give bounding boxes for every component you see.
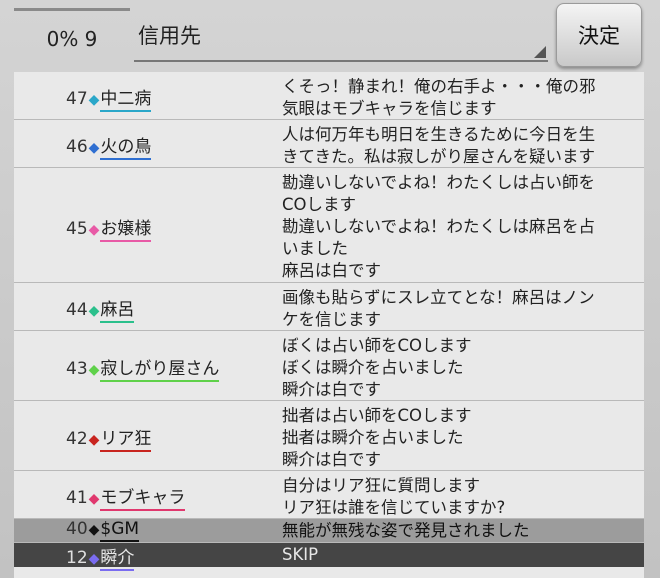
message-log[interactable]: 47◆中二病 くそっ！静まれ！俺の右手よ・・・俺の邪 気眼はモブキャラを信じます 46…	[14, 72, 644, 578]
diamond-icon: ◆	[88, 303, 100, 319]
message-number: 41	[66, 488, 88, 508]
message-line: 無能が無残な姿で発見されました	[282, 521, 530, 540]
speaker: 40◆$GM	[66, 519, 140, 542]
progress-indicator: 0% 9	[14, 8, 130, 66]
diamond-icon: ◆	[88, 362, 100, 378]
message-text: SKIP	[282, 544, 638, 566]
decide-button[interactable]: 決定	[556, 3, 642, 67]
speaker: 12◆瞬介	[66, 543, 135, 571]
log-row: 12◆瞬介 SKIP	[14, 543, 644, 571]
speaker: 42◆リア狂	[66, 424, 152, 452]
target-select[interactable]: 信用先	[134, 8, 548, 62]
message-line: 勘違いしないでよね！わたくしは占い師を	[282, 173, 596, 192]
message-text: 自分はリア狂に質問しますリア狂は誰を信じていますか?	[282, 475, 638, 519]
speaker: 44◆麻呂	[66, 295, 135, 323]
log-row: 44◆麻呂 画像も貼らずにスレ立てとな！麻呂はノン ケを信じます	[14, 283, 644, 331]
speaker: 43◆寂しがり屋さん	[66, 354, 220, 382]
message-text: ぼくは占い師をCOします ぼくは瞬介を占いました 瞬介は白です	[282, 335, 638, 401]
message-line: ケを信じます	[282, 310, 381, 329]
message-line: SKIP	[282, 545, 319, 564]
speaker-name[interactable]: リア狂	[100, 429, 152, 452]
top-bar: 0% 9 信用先 決定	[0, 0, 660, 72]
speaker-name[interactable]: 火の鳥	[100, 137, 152, 160]
message-number: 47	[66, 89, 88, 109]
message-line: COします	[282, 195, 357, 214]
speaker-name[interactable]: 麻呂	[100, 300, 135, 323]
message-line: いました	[282, 239, 348, 258]
message-text: 画像も貼らずにスレ立てとな！麻呂はノン ケを信じます	[282, 287, 638, 331]
log-row: 43◆寂しがり屋さん ぼくは占い師をCOします ぼくは瞬介を占いました 瞬介は白です	[14, 331, 644, 401]
message-number: 44	[66, 300, 88, 320]
speaker: 47◆中二病	[66, 84, 152, 112]
message-number: 42	[66, 429, 88, 449]
message-line: リア狂は誰を信じていますか?	[282, 498, 506, 517]
log-row: 42◆リア狂 拙者は占い師をCOします 拙者は瞬介を占いました 瞬介は白です	[14, 401, 644, 471]
message-line: 画像も貼らずにスレ立てとな！麻呂はノン	[282, 288, 595, 307]
message-number: 45	[66, 218, 88, 239]
message-text: 拙者は占い師をCOします 拙者は瞬介を占いました 瞬介は白です	[282, 405, 638, 471]
message-line: 拙者は占い師をCOします	[282, 406, 472, 425]
message-number: 43	[66, 359, 88, 379]
message-line: 麻呂は白です	[282, 261, 381, 280]
message-text: 無能が無残な姿で発見されました	[282, 520, 638, 542]
diamond-icon: ◆	[88, 432, 100, 448]
message-number: 12	[66, 548, 88, 568]
diamond-icon: ◆	[88, 221, 100, 238]
message-line: くそっ！静まれ！俺の右手よ・・・俺の邪	[282, 77, 596, 96]
speaker: 46◆火の鳥	[66, 132, 152, 160]
speaker: 45◆お嬢様	[66, 214, 152, 242]
message-line: 瞬介は白です	[282, 450, 381, 469]
speaker-name[interactable]: 寂しがり屋さん	[100, 359, 220, 382]
speaker-name[interactable]: モブキャラ	[100, 488, 186, 511]
message-line: ぼくは占い師をCOします	[282, 336, 472, 355]
speaker-name[interactable]: 中二病	[100, 89, 152, 112]
log-row: 47◆中二病 くそっ！静まれ！俺の右手よ・・・俺の邪 気眼はモブキャラを信じます	[14, 72, 644, 120]
message-text: 人は何万年も明日を生きるために今日を生 きてきた。私は寂しがり屋さんを疑います	[282, 124, 638, 168]
message-line: 勘違いしないでよね！わたくしは麻呂を占	[282, 217, 596, 236]
message-line: 拙者は瞬介を占いました	[282, 428, 464, 447]
log-row: 45◆お嬢様 勘違いしないでよね！わたくしは占い師を COします 勘違いしないでよね！…	[14, 168, 644, 283]
message-text: 勘違いしないでよね！わたくしは占い師を COします勘違いしないでよね！わたくしは麻…	[282, 172, 638, 282]
log-row: 40◆$GM 無能が無残な姿で発見されました	[14, 519, 644, 543]
speaker-name[interactable]: 瞬介	[100, 548, 135, 571]
message-text: くそっ！静まれ！俺の右手よ・・・俺の邪 気眼はモブキャラを信じます	[282, 76, 638, 120]
speaker: 41◆モブキャラ	[66, 483, 186, 511]
diamond-icon: ◆	[88, 522, 100, 538]
log-row: 41◆モブキャラ 自分はリア狂に質問しますリア狂は誰を信じていますか?	[14, 471, 644, 519]
speaker-name[interactable]: $GM	[100, 519, 140, 542]
diamond-icon: ◆	[88, 92, 100, 108]
message-line: 人は何万年も明日を生きるために今日を生	[282, 125, 596, 144]
message-number: 46	[66, 137, 88, 157]
message-line: きてきた。私は寂しがり屋さんを疑います	[282, 147, 596, 166]
dropdown-arrow-icon	[534, 46, 546, 58]
target-select-value: 信用先	[138, 24, 201, 48]
diamond-icon: ◆	[88, 140, 100, 156]
message-line: ぼくは瞬介を占いました	[282, 358, 464, 377]
message-number: 40	[66, 519, 88, 539]
log-row: 46◆火の鳥 人は何万年も明日を生きるために今日を生 きてきた。私は寂しがり屋さんを…	[14, 120, 644, 168]
message-line: 気眼はモブキャラを信じます	[282, 99, 497, 118]
message-line: 瞬介は白です	[282, 380, 381, 399]
message-line: 自分はリア狂に質問します	[282, 476, 480, 495]
diamond-icon: ◆	[88, 491, 100, 507]
diamond-icon: ◆	[88, 551, 100, 567]
speaker-name[interactable]: お嬢様	[100, 218, 152, 242]
